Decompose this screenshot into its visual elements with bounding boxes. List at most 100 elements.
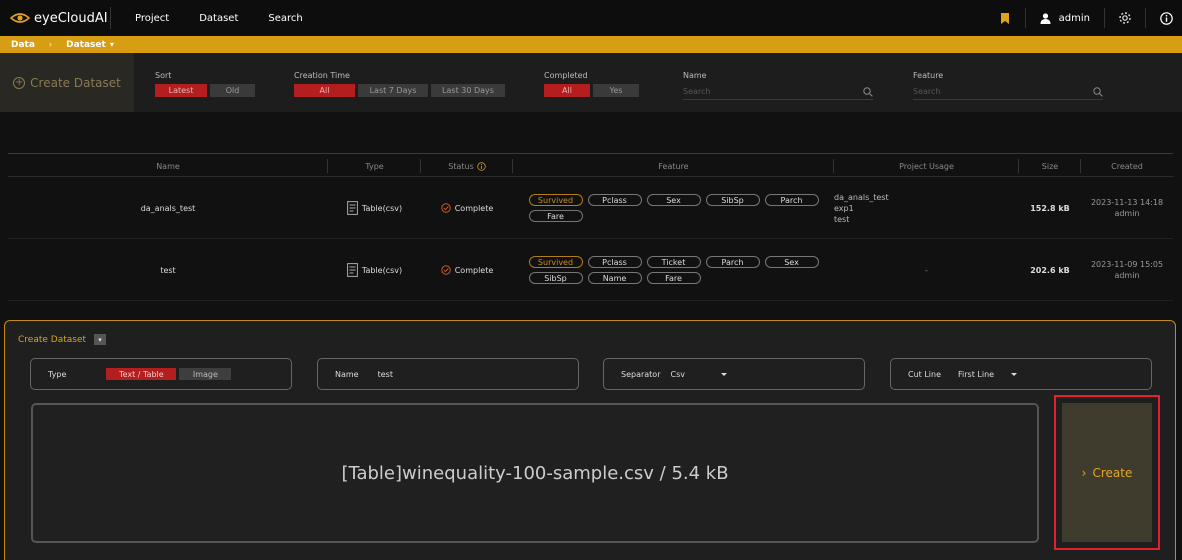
nav-dataset[interactable]: Dataset [199, 13, 238, 24]
feature-filter-label: Feature [913, 71, 944, 80]
breadcrumb-separator-icon: › [48, 40, 53, 49]
nav-search[interactable]: Search [268, 13, 302, 24]
usage-item: test [834, 214, 850, 224]
col-feature: Feature [513, 154, 834, 178]
separator-value: Csv [670, 369, 686, 379]
cutline-select[interactable]: First Line [958, 370, 1018, 379]
feature-chip: Survived [528, 194, 583, 206]
bookmark-icon[interactable] [997, 10, 1013, 26]
sort-label: Sort [155, 71, 172, 80]
sort-old-button[interactable]: Old [210, 84, 255, 97]
row-status-label: Complete [454, 265, 494, 275]
row-features: Survived Pclass Ticket Parch Sex SibSp N… [513, 239, 834, 301]
nav-project[interactable]: Project [135, 13, 169, 24]
feature-chip: Parch [764, 194, 819, 206]
nav-right: admin [991, 0, 1182, 36]
name-label: Name [335, 369, 359, 379]
create-dataset-panel: Create Dataset ▾ Type Text / Table Image… [4, 320, 1176, 560]
feature-chip: Sex [764, 256, 819, 268]
row-name: da_anals_test [140, 203, 196, 213]
col-status: Status [421, 154, 513, 178]
completed-yes-button[interactable]: Yes [593, 84, 639, 97]
panel-title: Create Dataset ▾ [18, 334, 107, 345]
creation-time-filter: Creation Time All Last 7 Days Last 30 Da… [294, 71, 505, 97]
feature-search-input[interactable] [913, 87, 1083, 96]
caret-down-icon [721, 372, 727, 376]
created-date: 2023-11-09 15:05 [1090, 260, 1164, 269]
file-drop-zone[interactable]: [Table]winequality-100-sample.csv / 5.4 … [31, 403, 1039, 543]
search-icon[interactable] [863, 86, 873, 97]
row-type-label: Table(csv) [361, 203, 403, 213]
chevron-down-icon[interactable]: ▾ [94, 334, 107, 345]
top-nav: eyeCloudAI Project Dataset Search admin [0, 0, 1182, 36]
feature-chip: Ticket [646, 256, 701, 268]
time-all-button[interactable]: All [294, 84, 355, 97]
col-name-label: Name [156, 161, 180, 171]
table-row[interactable]: test Table(csv) Complete Survived Pclass… [8, 239, 1173, 301]
created-by: admin [1114, 271, 1140, 280]
name-filter: Name [683, 71, 873, 100]
name-field: Name [317, 358, 579, 390]
name-filter-label: Name [683, 71, 707, 80]
sort-latest-button[interactable]: Latest [155, 84, 207, 97]
feature-chip: SibSp [705, 194, 760, 206]
user-name: admin [1058, 12, 1090, 24]
separator-label: Separator [621, 369, 661, 379]
feature-chip: Pclass [587, 194, 642, 206]
dataset-table: Name Type Status Feature Project Usage S… [8, 153, 1173, 319]
separator-field[interactable]: Separator Csv [603, 358, 865, 390]
feature-chip: Survived [528, 256, 583, 268]
row-created: 2023-11-09 15:05 admin [1081, 239, 1173, 301]
created-date: 2023-11-13 14:18 [1090, 198, 1164, 207]
file-table-icon [346, 201, 358, 215]
type-toggle: Text / Table Image [106, 368, 232, 380]
create-button-highlight: › Create [1054, 395, 1160, 550]
col-usage-label: Project Usage [899, 161, 954, 171]
feature-chip: Name [587, 272, 642, 284]
row-project-usage: da_anals_test exp1 test [834, 177, 1019, 239]
cutline-field[interactable]: Cut Line First Line [890, 358, 1152, 390]
creation-time-label: Creation Time [294, 71, 350, 80]
info-icon[interactable] [477, 161, 486, 171]
info-icon[interactable] [1158, 10, 1174, 26]
check-circle-icon [441, 203, 451, 213]
row-status: Complete [421, 239, 513, 301]
type-text-table-button[interactable]: Text / Table [106, 368, 177, 380]
search-icon[interactable] [1093, 86, 1103, 97]
time-30days-button[interactable]: Last 30 Days [431, 84, 505, 97]
create-dataset-label: Create Dataset [30, 75, 121, 90]
row-created: 2023-11-13 14:18 admin [1081, 177, 1173, 239]
completed-label: Completed [544, 71, 588, 80]
col-status-label: Status [448, 161, 474, 171]
feature-chip: Parch [705, 256, 760, 268]
panel-title-text: Create Dataset [18, 334, 87, 345]
user-menu[interactable]: admin [1040, 13, 1090, 24]
breadcrumb-root[interactable]: Data [11, 40, 35, 50]
separator-select[interactable]: Csv [670, 369, 727, 379]
caret-down-icon [1011, 372, 1018, 376]
feature-chip: SibSp [528, 272, 583, 284]
col-type-label: Type [365, 161, 384, 171]
create-button[interactable]: › Create [1062, 403, 1152, 542]
name-search-input[interactable] [683, 87, 853, 96]
app-logo[interactable]: eyeCloudAI [10, 11, 110, 26]
user-icon [1040, 12, 1051, 24]
filter-bar: + Create Dataset Sort Latest Old Creatio… [0, 53, 1182, 112]
col-created: Created [1081, 154, 1173, 178]
row-status-label: Complete [454, 203, 494, 213]
type-image-button[interactable]: Image [179, 368, 232, 380]
dataset-name-input[interactable] [377, 369, 528, 379]
row-name: test [160, 265, 176, 275]
chevron-down-icon[interactable]: ▾ [110, 40, 114, 49]
nav-separator [1145, 8, 1146, 28]
file-display: [Table]winequality-100-sample.csv / 5.4 … [341, 462, 729, 484]
table-row[interactable]: da_anals_test Table(csv) Complete Surviv… [8, 177, 1173, 239]
completed-all-button[interactable]: All [544, 84, 590, 97]
gear-icon[interactable] [1117, 10, 1133, 26]
row-features: Survived Pclass Sex SibSp Parch Fare [513, 177, 834, 239]
create-button-label: Create [1092, 465, 1133, 480]
breadcrumb-current[interactable]: Dataset [66, 40, 106, 50]
create-dataset-button[interactable]: + Create Dataset [0, 53, 134, 112]
time-7days-button[interactable]: Last 7 Days [358, 84, 428, 97]
file-table-icon [346, 263, 358, 277]
